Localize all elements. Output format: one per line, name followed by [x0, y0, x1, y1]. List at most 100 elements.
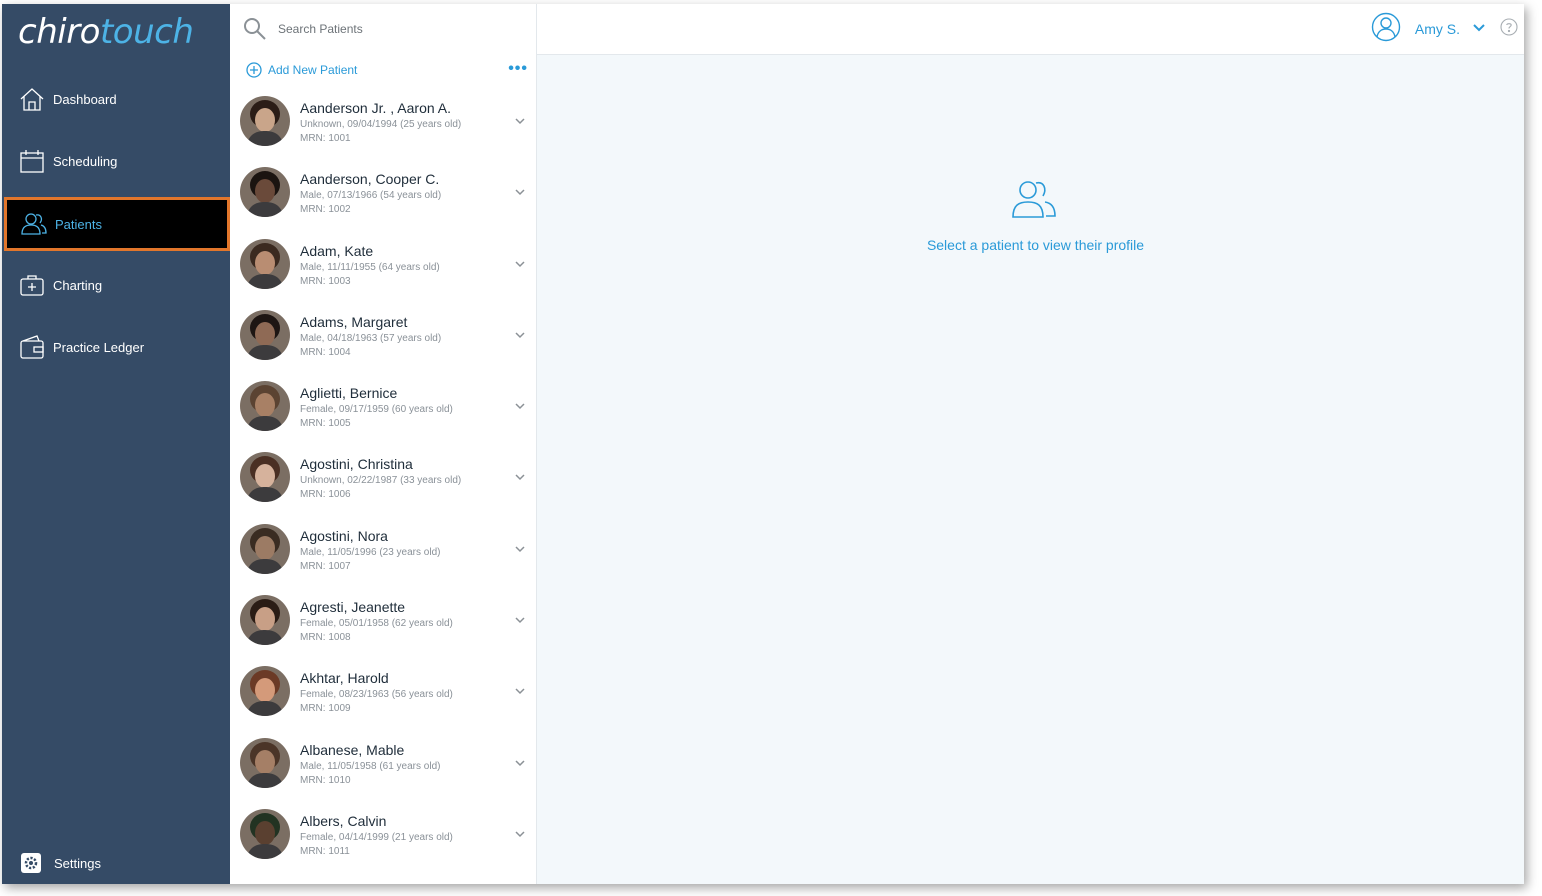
- sidebar-item-patients[interactable]: Patients: [4, 197, 230, 251]
- patient-name: Aanderson, Cooper C.: [300, 171, 440, 188]
- chevron-down-icon[interactable]: [514, 470, 526, 482]
- patient-demographics: Female, 09/17/1959 (60 years old): [300, 404, 453, 416]
- sidebar-item-scheduling[interactable]: Scheduling: [2, 134, 230, 188]
- help-icon[interactable]: [1500, 17, 1518, 41]
- patient-demographics: Female, 04/14/1999 (21 years old): [300, 831, 453, 843]
- patient-demographics: Unknown, 09/04/1994 (25 years old): [300, 119, 462, 130]
- patient-row[interactable]: Adams, Margaret Male, 04/18/1963 (57 year…: [230, 302, 536, 373]
- patient-avatar: [240, 737, 290, 788]
- user-menu[interactable]: Amy S.: [1371, 12, 1518, 47]
- patient-list-panel: Add New Patient ••• Aanderson Jr. , Aaro…: [230, 4, 537, 884]
- patient-mrn: MRN: 1009: [300, 703, 351, 715]
- chevron-down-icon[interactable]: [514, 542, 526, 554]
- patient-demographics: Female, 05/01/1958 (62 years old): [300, 618, 453, 630]
- patient-mrn: MRN: 1007: [300, 560, 351, 572]
- patient-avatar: [240, 666, 290, 717]
- patient-demographics: Male, 07/13/1966 (54 years old): [300, 190, 442, 202]
- patient-mrn: MRN: 1001: [300, 133, 351, 144]
- empty-state-message: Select a patient to view their profile: [926, 237, 1145, 253]
- home-icon: [18, 85, 46, 113]
- patient-avatar: [240, 238, 290, 289]
- patient-list: Aanderson Jr. , Aaron A. Unknown, 09/04/1…: [230, 88, 536, 872]
- patient-row[interactable]: Agostini, Christina Unknown, 02/22/1987 (…: [230, 444, 536, 515]
- patient-name: Aanderson Jr. , Aaron A.: [300, 100, 451, 116]
- chevron-down-icon[interactable]: [514, 613, 526, 625]
- search-icon: [242, 16, 268, 42]
- patient-avatar: [240, 595, 290, 646]
- patient-row[interactable]: Aanderson Jr. , Aaron A. Unknown, 09/04/1…: [230, 88, 536, 159]
- user-name: Amy S.: [1414, 21, 1460, 37]
- patient-row[interactable]: Albanese, Mable Male, 11/05/1958 (61 year…: [230, 730, 536, 801]
- add-circle-icon: [246, 62, 262, 78]
- patient-mrn: MRN: 1003: [300, 275, 351, 287]
- search-bar: [230, 4, 536, 54]
- patient-demographics: Male, 11/05/1958 (61 years old): [300, 760, 441, 772]
- patient-avatar: [240, 167, 290, 218]
- patient-demographics: Male, 11/05/1996 (23 years old): [300, 546, 441, 558]
- patient-row[interactable]: Agresti, Jeanette Female, 05/01/1958 (62 …: [230, 587, 536, 658]
- patient-name: Albanese, Mable: [300, 741, 405, 758]
- chevron-down-icon[interactable]: [514, 114, 526, 126]
- patient-name: Aglietti, Bernice: [300, 385, 398, 402]
- patient-mrn: MRN: 1011: [300, 845, 350, 857]
- patient-name: Agresti, Jeanette: [300, 599, 406, 616]
- settings-label: Settings: [54, 855, 101, 871]
- patient-avatar: [240, 309, 290, 360]
- app-window: chirotouch Dashboard Scheduling Patients…: [2, 4, 1524, 884]
- chevron-down-icon[interactable]: [1472, 20, 1486, 38]
- chevron-down-icon[interactable]: [514, 257, 526, 269]
- patient-demographics: Female, 08/23/1963 (56 years old): [300, 689, 453, 701]
- patient-avatar: [240, 96, 290, 146]
- patients-icon: [20, 210, 48, 238]
- search-input[interactable]: [276, 21, 500, 37]
- chevron-down-icon[interactable]: [514, 684, 526, 696]
- patient-demographics: Male, 11/11/1955 (64 years old): [300, 261, 440, 273]
- user-avatar-icon: [1371, 12, 1401, 47]
- patient-mrn: MRN: 1005: [300, 418, 351, 430]
- patient-avatar: [240, 808, 290, 859]
- patient-avatar: [240, 381, 290, 432]
- add-new-patient-button[interactable]: Add New Patient: [246, 62, 357, 78]
- chevron-down-icon[interactable]: [514, 399, 526, 411]
- patient-row[interactable]: Aanderson, Cooper C. Male, 07/13/1966 (54…: [230, 159, 536, 230]
- patient-name: Adams, Margaret: [300, 313, 408, 330]
- top-bar: Amy S.: [537, 4, 1524, 55]
- patient-row[interactable]: Adam, Kate Male, 11/11/1955 (64 years old…: [230, 231, 536, 302]
- patient-demographics: Unknown, 02/22/1987 (33 years old): [300, 475, 462, 487]
- sidebar: chirotouch Dashboard Scheduling Patients…: [2, 4, 230, 884]
- patient-mrn: MRN: 1004: [300, 346, 351, 358]
- list-actions: Add New Patient •••: [230, 58, 536, 82]
- wallet-icon: [18, 333, 46, 361]
- patient-row[interactable]: Albers, Calvin Female, 04/14/1999 (21 yea…: [230, 801, 536, 872]
- patient-mrn: MRN: 1002: [300, 204, 351, 216]
- chevron-down-icon[interactable]: [514, 328, 526, 340]
- patient-mrn: MRN: 1010: [300, 774, 351, 786]
- patient-mrn: MRN: 1008: [300, 632, 351, 644]
- gear-icon: [20, 852, 42, 874]
- sidebar-item-charting[interactable]: Charting: [2, 258, 230, 312]
- patient-name: Agostini, Nora: [300, 527, 388, 544]
- more-options-button[interactable]: •••: [508, 60, 528, 78]
- patient-avatar: [240, 523, 290, 574]
- sidebar-item-practice-ledger[interactable]: Practice Ledger: [2, 320, 230, 374]
- chirotouch-logo: chirotouch: [18, 12, 194, 52]
- medical-kit-icon: [18, 271, 46, 299]
- patient-row[interactable]: Agostini, Nora Male, 11/05/1996 (23 years…: [230, 516, 536, 587]
- main-content: Select a patient to view their profile: [537, 55, 1524, 884]
- patient-mrn: MRN: 1006: [300, 489, 351, 501]
- sidebar-item-dashboard[interactable]: Dashboard: [2, 72, 230, 126]
- patient-name: Akhtar, Harold: [300, 670, 389, 687]
- chevron-down-icon[interactable]: [514, 185, 526, 197]
- patients-icon: [1010, 177, 1058, 221]
- patient-name: Agostini, Christina: [300, 456, 413, 473]
- settings-button[interactable]: Settings: [2, 846, 230, 880]
- calendar-icon: [18, 147, 46, 175]
- patient-name: Albers, Calvin: [300, 812, 387, 829]
- patient-demographics: Male, 04/18/1963 (57 years old): [300, 332, 442, 344]
- patient-avatar: [240, 452, 290, 503]
- patient-row[interactable]: Aglietti, Bernice Female, 09/17/1959 (60 …: [230, 373, 536, 444]
- chevron-down-icon[interactable]: [514, 827, 526, 839]
- chevron-down-icon[interactable]: [514, 756, 526, 768]
- patient-row[interactable]: Akhtar, Harold Female, 08/23/1963 (56 yea…: [230, 658, 536, 729]
- patient-name: Adam, Kate: [300, 242, 374, 259]
